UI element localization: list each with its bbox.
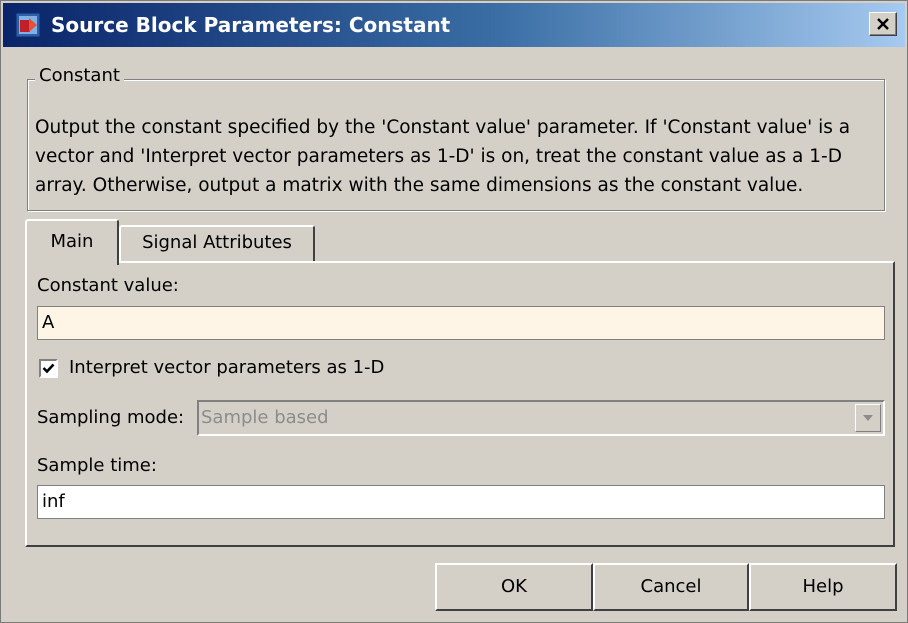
dialog-window: Source Block Parameters: Constant Consta… (0, 0, 908, 623)
close-icon (877, 18, 889, 30)
tab-main[interactable]: Main (25, 219, 119, 265)
constant-value-input[interactable]: A (37, 306, 885, 340)
sample-time-input[interactable]: inf (37, 485, 885, 519)
simulink-block-icon (15, 12, 41, 38)
sampling-mode-select[interactable]: Sample based (197, 400, 885, 436)
title-bar[interactable]: Source Block Parameters: Constant (3, 3, 905, 47)
close-button[interactable] (869, 12, 897, 36)
window-title: Source Block Parameters: Constant (51, 13, 451, 37)
sampling-mode-label: Sampling mode: (37, 407, 185, 428)
sample-time-label: Sample time: (37, 455, 157, 476)
interpret-vector-label: Interpret vector parameters as 1-D (69, 357, 385, 378)
dropdown-button[interactable] (855, 404, 881, 432)
help-button[interactable]: Help (749, 563, 897, 611)
ok-button[interactable]: OK (435, 563, 593, 611)
groupbox-legend: Constant (35, 65, 124, 86)
cancel-button[interactable]: Cancel (593, 563, 749, 611)
constant-value-label: Constant value: (37, 275, 179, 296)
sampling-mode-value: Sample based (201, 407, 329, 428)
interpret-vector-checkbox[interactable] (39, 359, 58, 378)
block-description: Output the constant specified by the 'Co… (35, 117, 851, 196)
tab-signal-attributes[interactable]: Signal Attributes (119, 225, 315, 261)
checkmark-icon (42, 363, 55, 374)
chevron-down-icon (863, 415, 873, 421)
